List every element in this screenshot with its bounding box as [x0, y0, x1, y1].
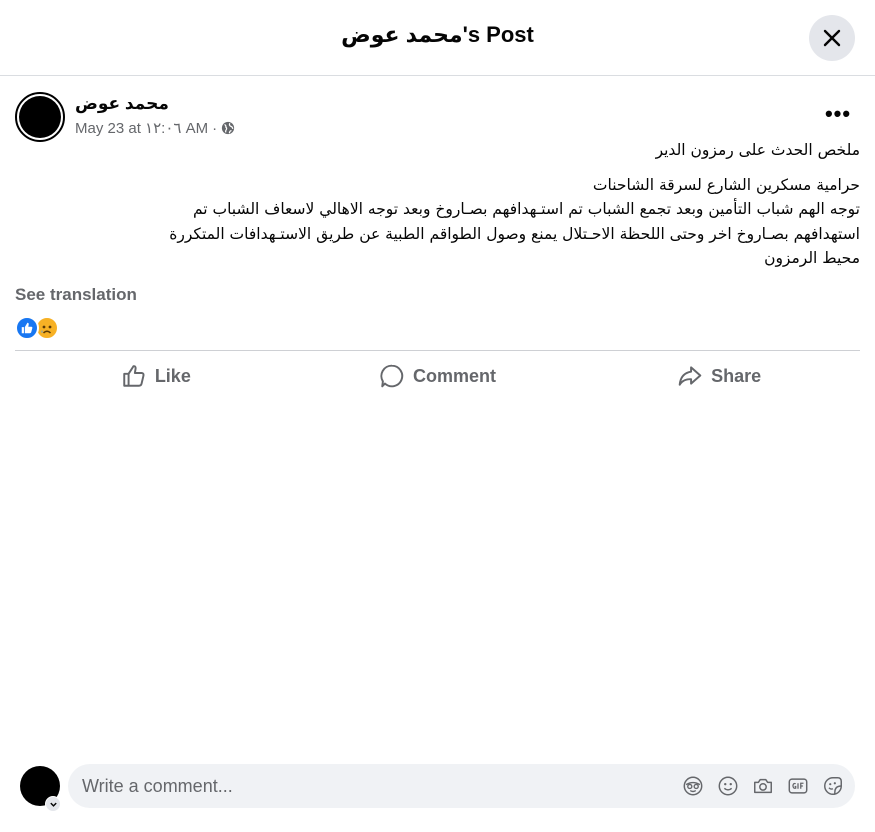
close-icon: [823, 29, 841, 47]
comment-tools: [681, 774, 845, 798]
post-text-line: محيط الرمزون: [764, 249, 860, 267]
avatar-image: [19, 96, 61, 138]
post-text-line: توجه الهم شباب التأمين وبعد تجمع الشباب …: [192, 200, 860, 218]
comment-icon: [380, 364, 404, 388]
actions-divider: [15, 350, 860, 351]
chevron-down-icon[interactable]: [45, 796, 61, 812]
like-label: Like: [154, 365, 191, 386]
dialog-header: محمد عوض's Post: [0, 0, 875, 76]
comment-button[interactable]: Comment: [297, 356, 579, 396]
comment-input[interactable]: [82, 764, 642, 808]
author-avatar[interactable]: [15, 92, 65, 142]
share-button[interactable]: Share: [578, 356, 860, 396]
like-icon: [123, 365, 145, 387]
like-button[interactable]: Like: [15, 356, 297, 396]
sticker-icon[interactable]: [821, 774, 845, 798]
share-label: Share: [711, 365, 762, 386]
post-text-line: حرامية مسكرين الشارع لسرقة الشاحنات: [592, 175, 860, 194]
see-translation-link[interactable]: See translation: [15, 285, 137, 305]
avatar-sticker-icon[interactable]: [681, 774, 705, 798]
share-icon: [678, 366, 702, 386]
close-button[interactable]: [809, 15, 855, 61]
post-text-line: ملخص الحدث على رمزون الدير: [655, 141, 860, 159]
comment-composer: [68, 764, 855, 808]
post-actions-bar: Like Comment Share: [15, 356, 860, 396]
gif-icon[interactable]: [786, 774, 810, 798]
emoji-icon[interactable]: [716, 774, 740, 798]
camera-icon[interactable]: [751, 774, 775, 798]
meta-separator: ·: [212, 119, 218, 137]
more-options-button[interactable]: •••: [820, 100, 856, 128]
comment-label: Comment: [413, 365, 497, 386]
post-meta: May 23 at ١٢:٠٦ AM ·: [75, 119, 235, 137]
like-reaction-icon: [15, 316, 39, 340]
post-body: ملخص الحدث على رمزون الدير حرامية مسكرين…: [15, 138, 860, 271]
post-text-line: استهدافهم بصـاروخ اخر وحتى اللحظة الاحـت…: [169, 224, 860, 243]
dialog-title: محمد عوض's Post: [341, 22, 534, 47]
reactions-summary[interactable]: [15, 316, 65, 342]
author-name[interactable]: محمد عوض: [75, 94, 169, 114]
post-date[interactable]: May 23 at ١٢:٠٦ AM: [75, 119, 208, 137]
globe-icon[interactable]: [221, 121, 235, 135]
